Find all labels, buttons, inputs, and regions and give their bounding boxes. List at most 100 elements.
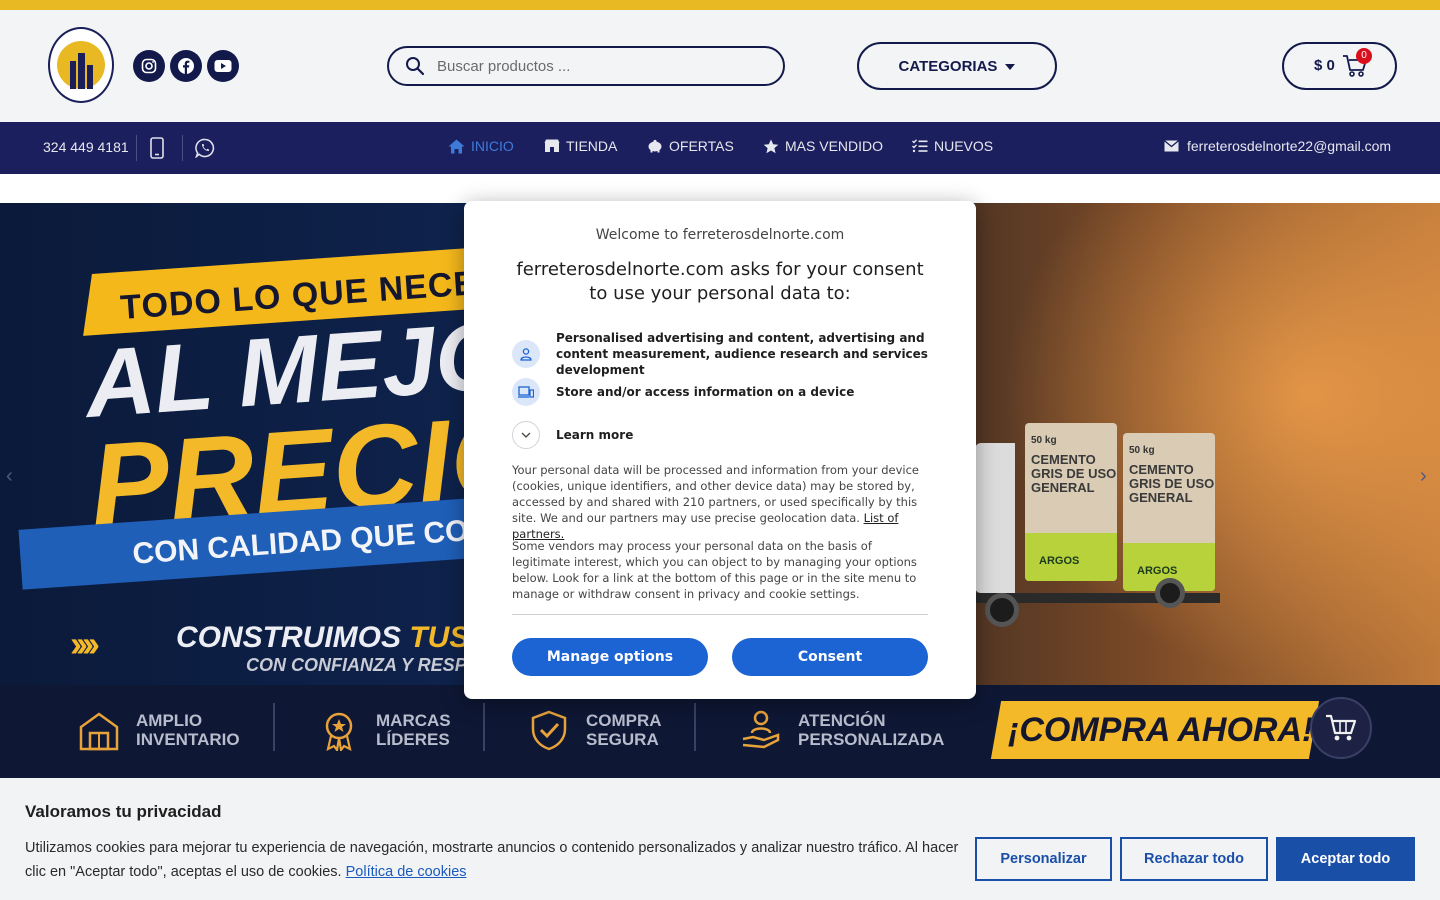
bag-text: CEMENTO GRIS DE USO GENERAL [1031,452,1117,495]
logo-building-icon [57,41,105,89]
contact-email[interactable]: ferreterosdelnorte22@gmail.com [1164,138,1391,154]
feature-compra-segura: COMPRA SEGURA [528,709,662,751]
manage-options-button[interactable]: Manage options [512,638,708,676]
feature-line1: MARCAS [376,711,451,730]
nav-inicio-label: INICIO [471,138,514,154]
purpose-storage-label: Store and/or access information on a dev… [556,385,855,399]
feature-line2: INVENTARIO [136,730,240,749]
feature-marcas: MARCAS LÍDERES [318,709,451,751]
cookie-policy-link[interactable]: Política de cookies [346,864,467,880]
bag-weight: 50 kg [1031,435,1057,446]
bag-text: CEMENTO GRIS DE USO GENERAL [1129,462,1215,505]
nav-tienda[interactable]: TIENDA [544,138,617,154]
categories-label: CATEGORIAS [898,57,998,75]
divider [136,135,137,161]
nav-inicio[interactable]: INICIO [448,138,514,154]
whatsapp-icon[interactable] [194,138,215,163]
person-icon [512,340,540,368]
caret-down-icon [1005,64,1016,70]
truck-cab [975,443,1015,593]
reject-all-button[interactable]: Rechazar todo [1120,837,1268,881]
shield-check-icon [531,710,567,751]
star-icon [763,139,779,153]
cookie-text: Utilizamos cookies para mejorar tu exper… [25,836,965,884]
cookie-text-body: Utilizamos cookies para mejorar tu exper… [25,840,959,880]
cart-count-badge: 0 [1356,48,1372,64]
nav-nuevos-label: NUEVOS [934,138,994,154]
nav-ofertas-label: OFERTAS [669,138,734,154]
consent-dialog: Welcome to ferreterosdelnorte.com ferret… [464,201,976,699]
divider [273,703,275,751]
nav-mas-vendido-label: MAS VENDIDO [785,138,884,154]
chevron-down-icon[interactable] [512,421,540,449]
feature-line2: LÍDERES [376,730,450,749]
purpose-advertising-label: Personalised advertising and content, ad… [556,331,928,377]
warehouse-icon [79,712,119,751]
cookie-title: Valoramos tu privacidad [25,802,222,821]
nav-mas-vendido[interactable]: MAS VENDIDO [763,138,883,154]
feature-line1: AMPLIO [136,711,203,730]
home-icon [448,139,465,153]
consent-body-2: Some vendors may process your personal d… [512,539,917,601]
learn-more-label[interactable]: Learn more [556,427,633,443]
devices-icon [512,378,540,406]
checklist-icon [912,139,928,153]
youtube-icon[interactable] [207,50,239,82]
nav-nuevos[interactable]: NUEVOS [912,138,993,154]
instagram-icon[interactable] [133,50,165,82]
truck-wheel [1155,578,1185,608]
categories-button[interactable]: CATEGORIAS [857,42,1057,90]
bag-brand: ARGOS [1137,565,1178,577]
consent-button[interactable]: Consent [732,638,928,676]
feature-atencion: ATENCIÓN PERSONALIZADA [740,709,944,751]
accept-all-button[interactable]: Aceptar todo [1276,837,1415,881]
bag-brand: ARGOS [1039,555,1080,567]
consent-title: ferreterosdelnorte.com asks for your con… [516,259,924,304]
cta-text[interactable]: ¡COMPRA AHORA! [1008,711,1313,750]
phone-number[interactable]: 324 449 4181 [43,139,129,155]
cart-button[interactable]: $ 0 0 [1282,42,1397,90]
consent-body-1: Your personal data will be processed and… [512,462,928,542]
support-hand-icon [742,710,780,749]
feature-inventario: AMPLIO INVENTARIO [78,709,240,751]
cta-cart-icon[interactable] [1310,697,1372,759]
divider [182,135,183,161]
cement-bag: 50 kg CEMENTO GRIS DE USO GENERAL ARGOS [1123,433,1215,591]
site-header: CATEGORIAS $ 0 0 [0,10,1440,122]
truck-wheel [985,593,1019,627]
consent-welcome: Welcome to ferreterosdelnorte.com [595,227,845,243]
search-input[interactable] [437,56,757,76]
cookie-banner: Valoramos tu privacidad Utilizamos cooki… [0,778,1440,900]
feature-line1: COMPRA [586,711,662,730]
divider [512,614,928,615]
nav-ofertas[interactable]: OFERTAS [647,138,734,154]
divider [694,703,696,751]
slider-next-arrow[interactable]: › [1420,465,1427,488]
nav-tienda-label: TIENDA [566,138,618,154]
award-icon [325,712,353,751]
hero-line5-a: CONSTRUIMOS [176,621,410,654]
facebook-icon[interactable] [170,50,202,82]
cement-truck-image: 50 kg CEMENTO GRIS DE USO GENERAL ARGOS … [975,403,1220,628]
search-icon[interactable] [405,56,425,81]
main-navbar: 324 449 4181 INICIO TIENDA OFERTAS MAS V… [0,122,1440,174]
consent-purpose-advertising: Personalised advertising and content, ad… [512,330,932,378]
learn-more-toggle[interactable]: Learn more [512,421,932,449]
mobile-phone-icon[interactable] [150,137,164,164]
site-logo[interactable] [48,27,114,103]
slider-prev-arrow[interactable]: ‹ [6,465,13,488]
cement-bag: 50 kg CEMENTO GRIS DE USO GENERAL ARGOS [1025,423,1117,581]
top-accent-bar [0,0,1440,10]
envelope-icon [1164,140,1179,152]
divider [483,703,485,751]
store-icon [544,139,560,152]
consent-body-1-text: Your personal data will be processed and… [512,463,920,525]
feature-line1: ATENCIÓN [798,711,886,730]
customize-button[interactable]: Personalizar [975,837,1112,881]
product-search[interactable] [387,46,785,86]
consent-purpose-storage: Store and/or access information on a dev… [512,378,932,406]
feature-line2: PERSONALIZADA [798,730,945,749]
piggy-bank-icon [648,139,662,153]
email-text: ferreterosdelnorte22@gmail.com [1187,138,1392,154]
cart-amount: $ 0 [1314,57,1335,74]
